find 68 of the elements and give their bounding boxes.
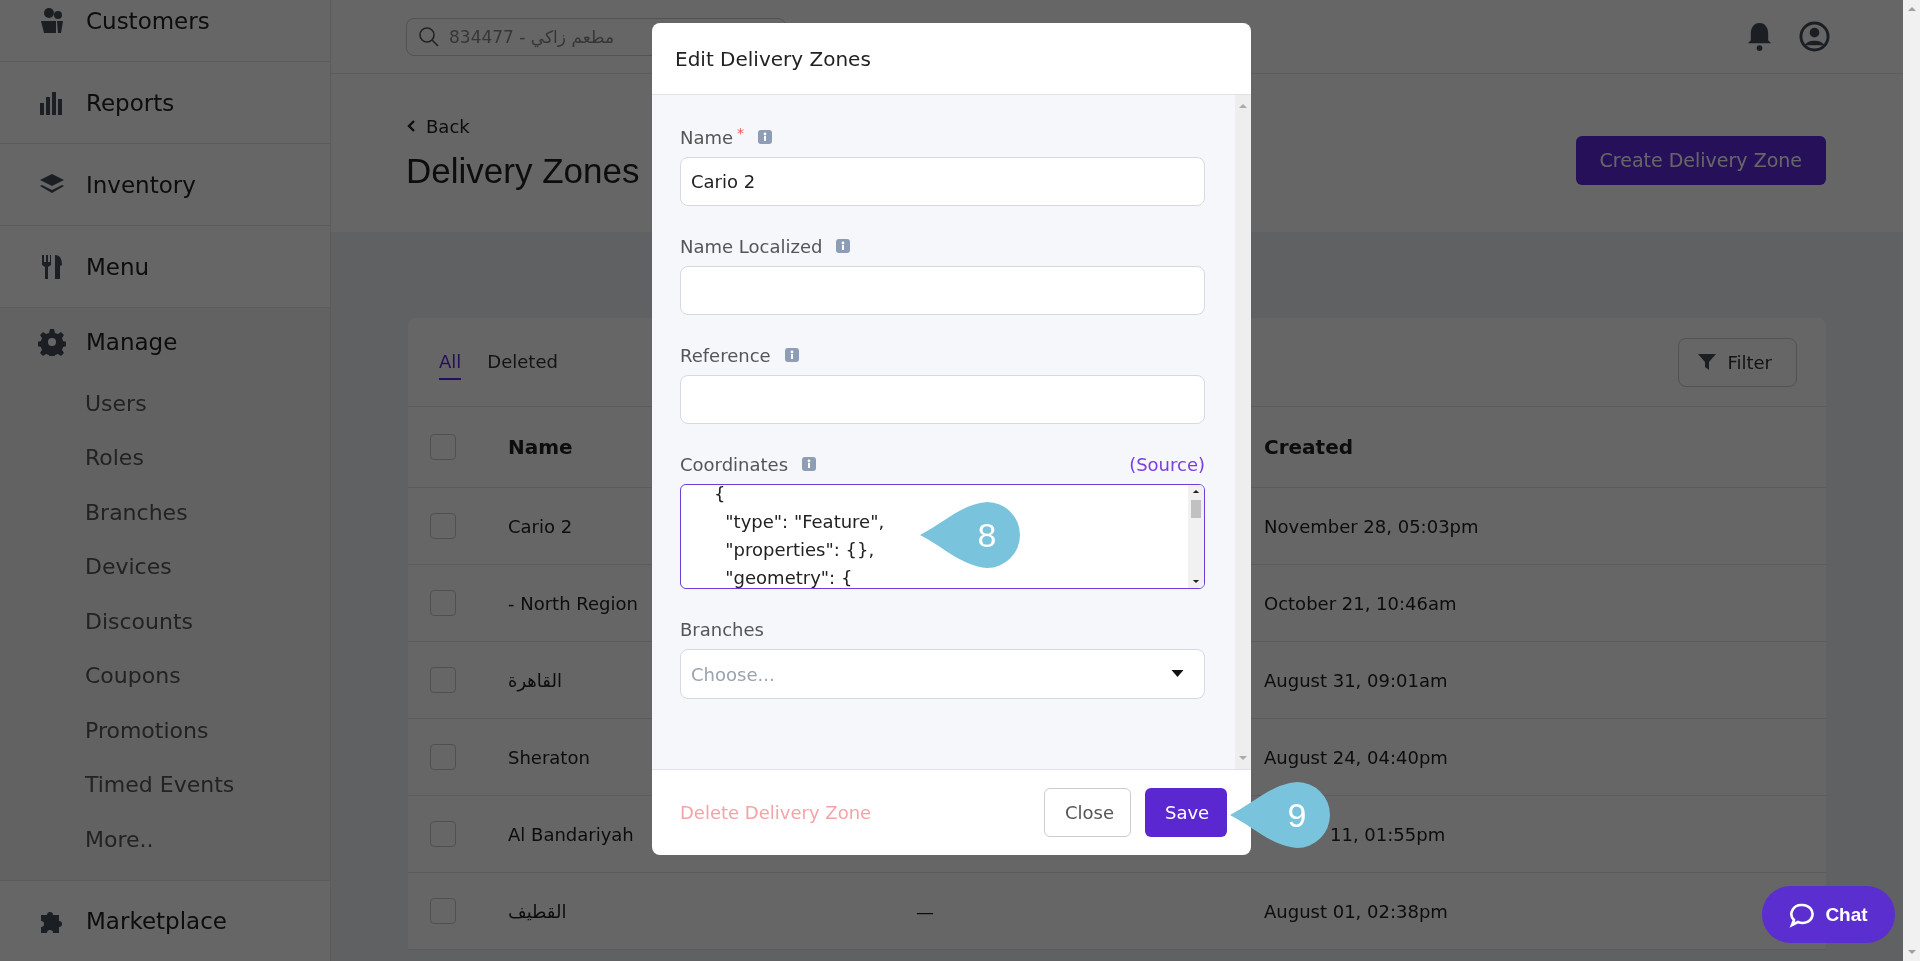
sidebar-subitem[interactable]: Roles xyxy=(0,430,330,485)
search-icon xyxy=(417,24,441,49)
delete-link[interactable]: Delete Delivery Zone xyxy=(680,802,872,823)
table-cell: القاهرة xyxy=(508,669,562,691)
field-label: Branches xyxy=(680,618,764,640)
field-label: Coordinates xyxy=(680,453,789,475)
info-icon[interactable] xyxy=(784,348,799,362)
filter-icon xyxy=(1697,352,1718,372)
chevron-left-icon xyxy=(406,119,416,133)
page-title: Delivery Zones xyxy=(406,150,640,191)
scroll-up-icon[interactable] xyxy=(1192,489,1200,494)
scroll-thumb[interactable] xyxy=(1191,500,1201,518)
field-label: Reference xyxy=(680,344,771,366)
info-icon[interactable] xyxy=(802,457,817,471)
field-label: Name xyxy=(680,126,734,148)
info-icon[interactable] xyxy=(836,239,851,253)
settings-icon xyxy=(38,328,66,356)
scroll-down-icon[interactable] xyxy=(1192,579,1200,584)
sidebar-subitem[interactable]: Discounts xyxy=(0,594,330,649)
table-cell: - North Region xyxy=(508,592,638,614)
step-marker: 9 xyxy=(1230,780,1330,850)
input-field[interactable] xyxy=(680,266,1205,315)
sidebar-item[interactable]: Customers xyxy=(0,0,330,61)
table-cell: Cario 2 xyxy=(508,515,573,537)
select-field[interactable]: Choose... xyxy=(680,649,1205,699)
source-link[interactable]: (Source) xyxy=(1129,453,1205,475)
create-delivery-zone-button[interactable]: Create Delivery Zone xyxy=(1575,135,1826,185)
table-cell: August 24, 04:40pm xyxy=(1264,746,1448,768)
sidebar-item[interactable]: Menu xyxy=(0,226,330,307)
field-label: Name Localized xyxy=(680,235,823,257)
people-icon xyxy=(38,6,66,35)
tab[interactable]: All xyxy=(439,344,462,380)
required-mark: * xyxy=(737,125,745,141)
input-field[interactable]: Cario 2 xyxy=(680,157,1205,206)
sidebar-subitem[interactable]: Coupons xyxy=(0,648,330,703)
user-avatar-icon[interactable] xyxy=(1799,21,1830,52)
back-link[interactable]: Back xyxy=(406,115,640,137)
table-cell: 11, 01:55pm xyxy=(1330,823,1446,845)
info-icon[interactable] xyxy=(758,130,773,144)
sidebar-subitem[interactable]: Promotions xyxy=(0,703,330,758)
save-button[interactable]: Save xyxy=(1145,788,1227,837)
table-cell: August 01, 02:38pm xyxy=(1264,900,1448,922)
column-header[interactable]: Name xyxy=(508,435,573,459)
table-cell: — xyxy=(916,900,934,922)
notification-bell-icon[interactable] xyxy=(1746,21,1773,52)
sidebar-subitem[interactable]: More.. xyxy=(0,812,330,867)
table-cell: October 21, 10:46am xyxy=(1264,592,1457,614)
table-cell: Al Bandariyah xyxy=(508,823,634,845)
chat-button[interactable]: Chat xyxy=(1762,886,1895,943)
table-cell: القطيف xyxy=(508,900,567,922)
table-cell: Sheraton xyxy=(508,746,590,768)
sidebar-subitem[interactable]: Branches xyxy=(0,485,330,540)
filter-button[interactable]: Filter xyxy=(1678,337,1797,387)
sidebar-item[interactable]: Reports xyxy=(0,62,330,143)
chat-bubble-icon xyxy=(1789,901,1816,928)
step-marker: 8 xyxy=(920,500,1020,570)
sidebar-subitem[interactable]: Devices xyxy=(0,539,330,594)
close-button[interactable]: Close xyxy=(1044,788,1131,837)
column-header[interactable]: Created xyxy=(1264,435,1354,459)
sidebar-item[interactable]: Inventory xyxy=(0,144,330,225)
sidebar-subitem[interactable]: Timed Events xyxy=(0,757,330,812)
tab[interactable]: Deleted xyxy=(487,344,558,380)
sidebar-subitem[interactable]: Users xyxy=(0,376,330,431)
table-cell: November 28, 05:03pm xyxy=(1264,515,1479,537)
input-field[interactable] xyxy=(680,375,1205,424)
sidebar-item[interactable]: Marketplace xyxy=(0,880,330,961)
table-cell: August 31, 09:01am xyxy=(1264,669,1448,691)
caret-icon xyxy=(1171,670,1184,678)
